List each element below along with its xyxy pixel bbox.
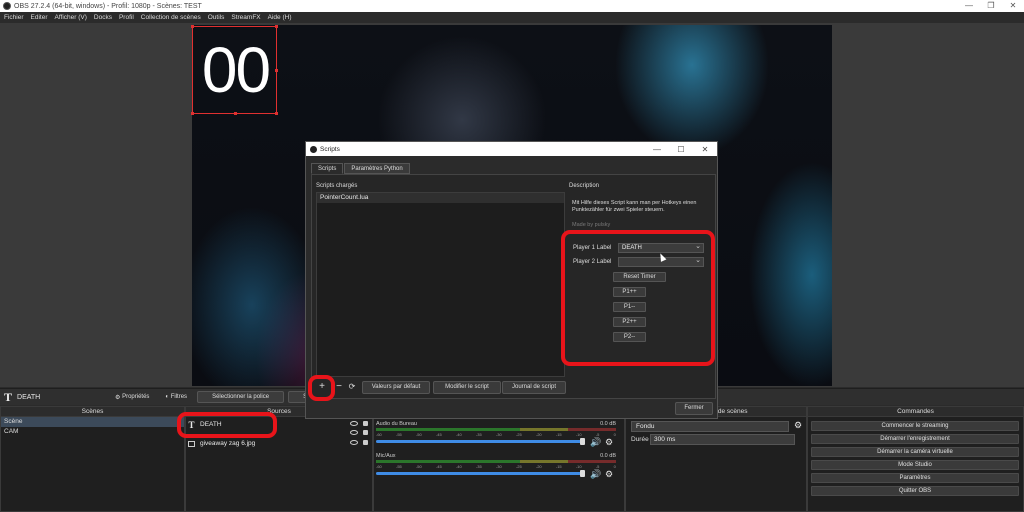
volume-slider[interactable] bbox=[376, 470, 585, 477]
meter-ticks: -60 -55 -50 -45 -40 -35 -30 -25 -20 -15 -10 -5 0 bbox=[376, 464, 616, 469]
gear-icon[interactable]: ⚙ bbox=[605, 469, 613, 480]
settings-button[interactable]: Paramètres bbox=[811, 473, 1019, 483]
source-item-giveaway[interactable]: giveaway zag 6.jpg bbox=[187, 438, 362, 449]
visibility-eye-icon[interactable] bbox=[350, 430, 358, 435]
script-description: Mit Hilfe dieses Script kann man per Hot… bbox=[572, 200, 697, 213]
lock-icon[interactable] bbox=[363, 421, 368, 426]
gear-icon[interactable]: ⚙ bbox=[794, 420, 802, 431]
edit-script-button[interactable]: Modifier le script bbox=[433, 381, 501, 394]
track-db: 0.0 dB bbox=[600, 421, 616, 427]
volume-slider[interactable] bbox=[376, 438, 585, 445]
properties-button[interactable]: ⚙ Propriétés bbox=[109, 391, 155, 403]
filters-label: Filtres bbox=[170, 394, 188, 400]
script-author: Made by pulsky bbox=[572, 222, 611, 228]
window-title: OBS 27.2.4 (64-bit, windows) - Profil: 1… bbox=[14, 2, 202, 10]
meter-ticks: -60 -55 -50 -45 -40 -35 -30 -25 -20 -15 -10 -5 0 bbox=[376, 432, 616, 437]
mixer-track-desktop: Audio du Bureau 0.0 dB -60 -55 -50 -45 -40 -35… bbox=[376, 421, 616, 445]
source-item-label: giveaway zag 6.jpg bbox=[200, 440, 256, 447]
scenes-header: Scènes bbox=[1, 407, 184, 417]
dialog-tabs: Scripts Paramètres Python bbox=[311, 163, 411, 174]
obs-logo-icon bbox=[310, 145, 317, 153]
duration-input[interactable]: 300 ms bbox=[650, 434, 795, 445]
volume-meter bbox=[376, 428, 616, 431]
source-toolbar-name: DEATH bbox=[17, 393, 41, 401]
highlight-add-button bbox=[308, 375, 335, 401]
properties-label: Propriétés bbox=[122, 394, 150, 400]
menu-bar: Fichier Editer Afficher (V) Docks Profil… bbox=[0, 12, 1024, 23]
close-window-button[interactable]: ✕ bbox=[1002, 0, 1024, 12]
menu-tools[interactable]: Outils bbox=[208, 14, 225, 21]
studio-mode-button[interactable]: Mode Studio bbox=[811, 460, 1019, 470]
dialog-close-button[interactable]: ✕ bbox=[693, 145, 717, 154]
select-font-button[interactable]: Sélectionner la police bbox=[197, 391, 285, 403]
obs-logo-icon bbox=[3, 2, 11, 10]
tab-python-settings[interactable]: Paramètres Python bbox=[344, 163, 410, 174]
lock-icon[interactable] bbox=[363, 430, 368, 435]
menu-help[interactable]: Aide (H) bbox=[268, 14, 292, 21]
scripts-dialog-titlebar: Scripts — ☐ ✕ bbox=[306, 142, 717, 156]
start-virtual-camera-button[interactable]: Démarrer la caméra virtuelle bbox=[811, 447, 1019, 457]
script-log-button[interactable]: Journal de script bbox=[502, 381, 566, 394]
description-label: Description bbox=[569, 183, 600, 189]
exit-button[interactable]: Quitter OBS bbox=[811, 486, 1019, 496]
script-list-item[interactable]: PointerCount.lua bbox=[317, 193, 564, 203]
speaker-icon[interactable]: 🔊 bbox=[590, 437, 601, 448]
text-source-icon: T bbox=[4, 389, 13, 404]
tab-scripts[interactable]: Scripts bbox=[311, 163, 344, 174]
menu-profile[interactable]: Profil bbox=[119, 14, 134, 21]
transition-select[interactable]: Fondu bbox=[631, 421, 789, 432]
menu-edit[interactable]: Editer bbox=[31, 14, 48, 21]
mixer-track-mic: Mic/Aux 0.0 dB -60 -55 -50 -45 -40 -35 -30 -25 -2… bbox=[376, 453, 616, 477]
filters-button[interactable]: ◐ Filtres bbox=[159, 391, 193, 403]
visibility-eye-icon[interactable] bbox=[350, 440, 358, 445]
counter-text-source: 00 bbox=[201, 34, 271, 106]
gear-icon[interactable]: ⚙ bbox=[605, 437, 613, 448]
dialog-title: Scripts bbox=[320, 145, 340, 153]
menu-streamfx[interactable]: StreamFX bbox=[231, 14, 260, 21]
defaults-button[interactable]: Valeurs par défaut bbox=[362, 381, 430, 394]
lock-icon[interactable] bbox=[363, 440, 368, 445]
maximize-button[interactable]: ❐ bbox=[980, 0, 1002, 12]
menu-scene-collection[interactable]: Collection de scènes bbox=[141, 14, 201, 21]
dialog-minimize-button[interactable]: — bbox=[645, 145, 669, 154]
reload-script-icon[interactable]: ⟳ bbox=[346, 381, 358, 394]
scene-item[interactable]: Scène bbox=[1, 417, 184, 427]
menu-file[interactable]: Fichier bbox=[4, 14, 24, 21]
highlight-properties bbox=[561, 230, 715, 366]
close-dialog-button[interactable]: Fermer bbox=[675, 402, 713, 415]
track-name: Mic/Aux bbox=[376, 453, 396, 459]
loaded-scripts-label: Scripts chargés bbox=[316, 183, 358, 189]
minimize-button[interactable]: — bbox=[958, 0, 980, 12]
visibility-eye-icon[interactable] bbox=[350, 421, 358, 426]
track-name: Audio du Bureau bbox=[376, 421, 417, 427]
commands-header: Commandes bbox=[808, 407, 1023, 417]
loaded-scripts-list[interactable]: PointerCount.lua bbox=[316, 192, 565, 377]
window-controls: — ❐ ✕ bbox=[958, 0, 1024, 12]
scenes-dock: Scènes Scène CAM bbox=[0, 406, 185, 512]
window-titlebar: OBS 27.2.4 (64-bit, windows) - Profil: 1… bbox=[0, 0, 1024, 12]
start-streaming-button[interactable]: Commencer le streaming bbox=[811, 421, 1019, 431]
dialog-maximize-button[interactable]: ☐ bbox=[669, 145, 693, 154]
scene-item[interactable]: CAM bbox=[1, 427, 184, 437]
start-recording-button[interactable]: Démarrer l'enregistrement bbox=[811, 434, 1019, 444]
image-source-icon bbox=[188, 440, 195, 447]
speaker-icon[interactable]: 🔊 bbox=[590, 469, 601, 480]
duration-label: Durée bbox=[631, 436, 649, 443]
menu-docks[interactable]: Docks bbox=[94, 14, 112, 21]
highlight-source-item bbox=[177, 412, 277, 438]
volume-meter bbox=[376, 460, 616, 463]
menu-view[interactable]: Afficher (V) bbox=[55, 14, 87, 21]
track-db: 0.0 dB bbox=[600, 453, 616, 459]
